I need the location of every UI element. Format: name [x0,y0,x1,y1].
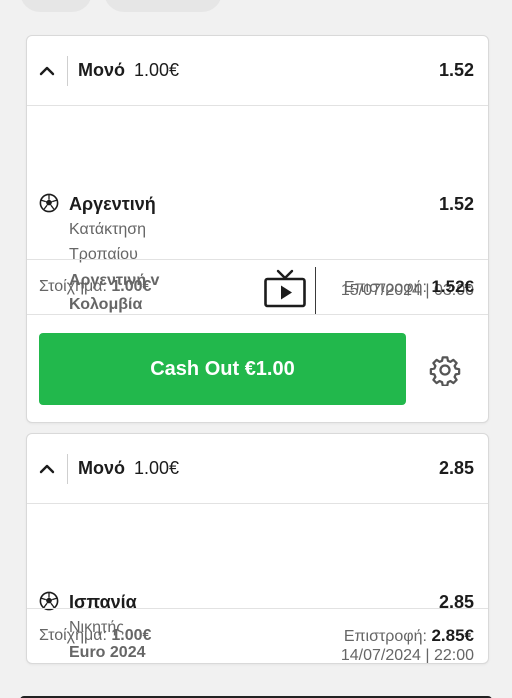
bet-stake: 1.00€ [134,60,180,80]
bet-type: Μονό [78,60,125,80]
bet-card: Μονό 1.00€ 1.52 Αργεντινή 1.52 Κατάκτηση… [26,35,489,423]
selection-name: Αργεντινή [69,194,156,214]
stake-return-row: Στοίχημα: 1.00€ Επιστροφή: 1.52€ [27,259,488,315]
stake-return-row: Στοίχημα: 1.00€ Επιστροφή: 2.85€ [27,608,488,663]
market-name: Κατάκτηση [69,221,147,238]
bet-total-odds: 2.85 [438,458,474,478]
return-value: 2.85€ [431,626,474,645]
chevron-up-icon[interactable] [27,36,67,106]
bet-total-odds: 1.52 [438,60,474,80]
stake-info: Στοίχημα: 1.00€ [39,278,151,296]
cash-out-button[interactable]: Cash Out €1.00 [39,333,406,405]
stake-label: Στοίχημα: [39,627,107,644]
stake-value: 1.00€ [111,627,152,644]
bet-card-header[interactable]: Μονό 1.00€ 2.85 [27,434,488,504]
gear-icon[interactable] [429,354,461,386]
return-label: Επιστροφή: [343,628,427,645]
return-value: 1.52€ [431,277,474,296]
stake-info: Στοίχημα: 1.00€ [39,627,151,645]
return-info: Επιστροφή: 1.52€ [344,277,474,297]
stake-label: Στοίχημα: [39,278,107,295]
soccer-ball-icon [39,193,59,213]
bet-type: Μονό [78,458,125,478]
return-info: Επιστροφή: 2.85€ [344,626,474,646]
filter-pill[interactable] [104,0,222,12]
return-label: Επιστροφή: [343,279,427,296]
bet-history-page: Μονό 1.00€ 1.52 Αργεντινή 1.52 Κατάκτηση… [0,0,512,698]
bet-card-header[interactable]: Μονό 1.00€ 1.52 [27,36,488,106]
selection-odds: 1.52 [438,194,474,214]
chevron-up-icon[interactable] [27,434,67,504]
bet-stake: 1.00€ [134,458,180,478]
bet-card: Μονό 1.00€ 2.85 Ισπανία 2.85 Νικητής Eur… [26,433,489,664]
stake-value: 1.00€ [111,278,152,295]
divider [67,453,68,484]
divider [67,55,68,86]
filter-pill[interactable] [20,0,92,12]
